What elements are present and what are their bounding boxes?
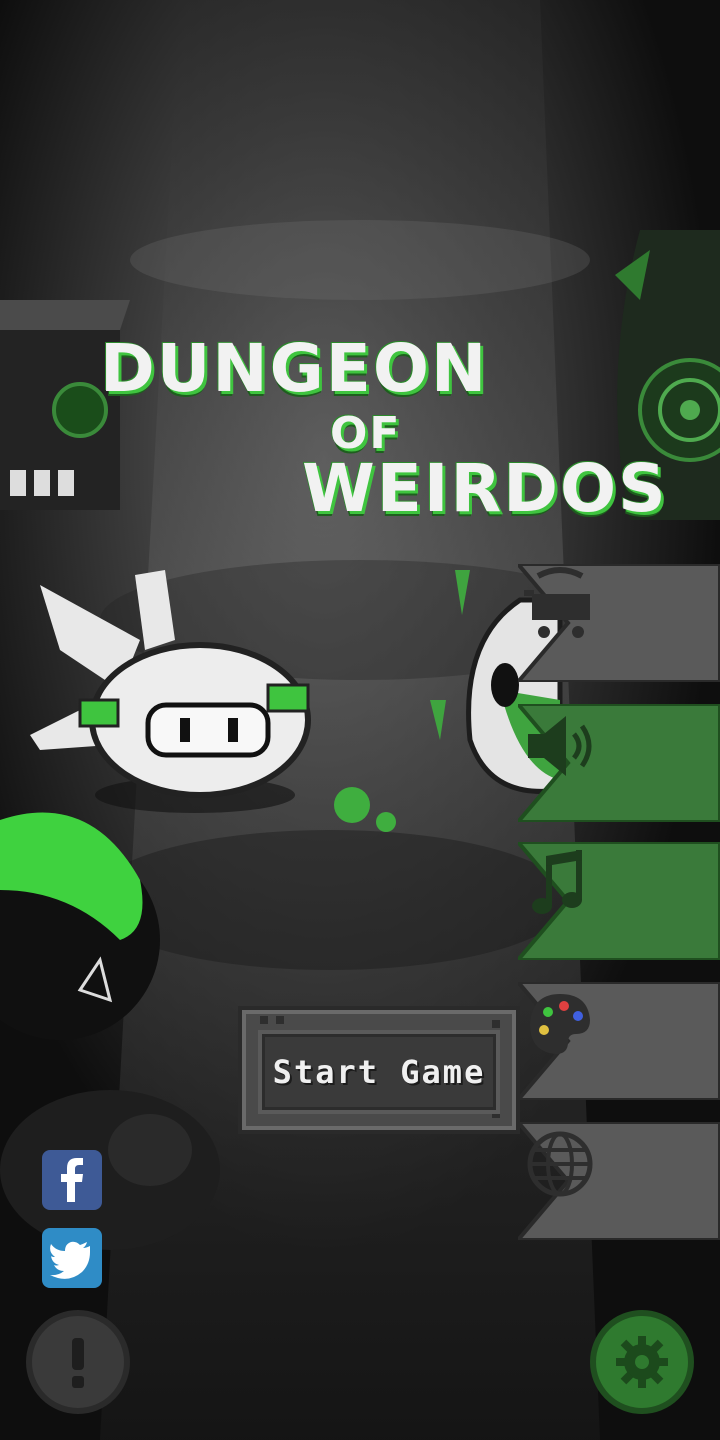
language-button[interactable] — [518, 1122, 720, 1240]
game-title-line-1: DUNGEON — [100, 330, 489, 407]
facebook-icon — [61, 1158, 83, 1202]
globe-icon — [527, 1131, 593, 1197]
game-title-line-3: WEIRDOS — [302, 450, 668, 527]
start-game-label: Start Game — [272, 1053, 486, 1091]
shop-button[interactable] — [518, 564, 720, 682]
facebook-button[interactable] — [42, 1150, 102, 1210]
settings-button[interactable] — [590, 1310, 694, 1414]
rivet — [260, 1016, 268, 1024]
gear-icon — [616, 1336, 668, 1388]
palette-icon — [530, 994, 590, 1054]
speaker-icon — [528, 716, 592, 776]
music-note-icon — [532, 850, 582, 914]
start-game-panel: Start Game — [258, 1030, 500, 1114]
start-game-button[interactable]: Start Game — [238, 1006, 520, 1134]
skins-button[interactable] — [518, 982, 720, 1100]
rivet — [276, 1016, 284, 1024]
shopping-cart-icon — [524, 567, 590, 638]
rivet — [492, 1020, 500, 1028]
shadow-creature — [0, 1090, 220, 1250]
twitter-button[interactable] — [42, 1228, 102, 1288]
exclamation-icon — [72, 1338, 84, 1388]
sound-toggle-button[interactable] — [518, 704, 720, 822]
info-button[interactable] — [26, 1310, 130, 1414]
music-toggle-button[interactable] — [518, 842, 720, 960]
twitter-icon — [50, 1241, 90, 1279]
